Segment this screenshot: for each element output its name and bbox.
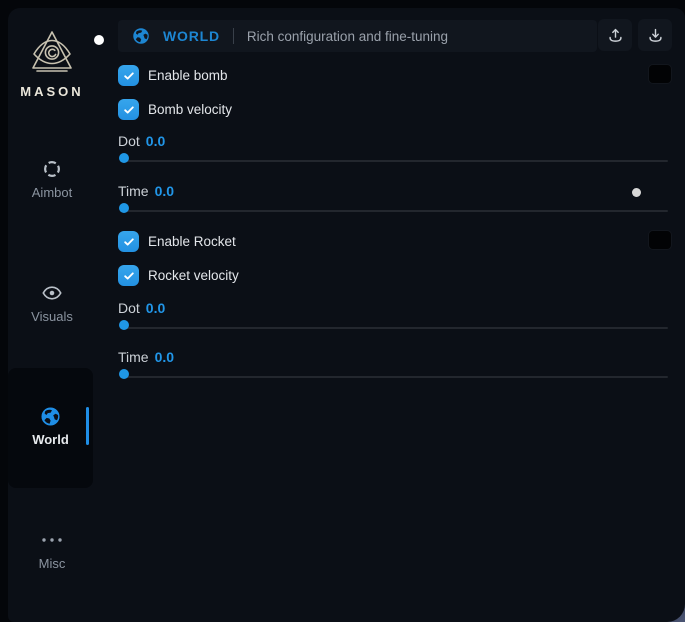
slider-name: Time xyxy=(118,183,149,199)
check-icon xyxy=(122,235,136,249)
slider-knob[interactable] xyxy=(119,320,129,330)
slider-name: Dot xyxy=(118,133,140,149)
slider-value: 0.0 xyxy=(155,349,174,365)
sidebar-item-visuals[interactable]: Visuals xyxy=(8,282,96,324)
checkbox-checked[interactable] xyxy=(118,65,139,86)
slider-knob[interactable] xyxy=(119,203,129,213)
toggle-label: Rocket velocity xyxy=(148,268,239,283)
ellipsis-icon xyxy=(39,529,65,551)
slider-label-dot: Dot 0.0 xyxy=(118,300,165,317)
sidebar-item-aimbot[interactable]: Aimbot xyxy=(8,158,96,200)
brand-logo: MASON xyxy=(8,28,96,99)
toggle-enable-bomb: Enable bomb xyxy=(118,65,228,86)
checkbox-checked[interactable] xyxy=(118,99,139,120)
sidebar-item-world[interactable]: World xyxy=(8,368,93,488)
globe-icon xyxy=(132,27,150,45)
check-icon xyxy=(122,69,136,83)
sidebar-item-label: Misc xyxy=(8,556,96,571)
crosshair-icon xyxy=(41,158,63,180)
active-tab-indicator xyxy=(86,407,89,445)
cursor-dot xyxy=(632,188,641,197)
toggle-label: Bomb velocity xyxy=(148,102,232,117)
slider-label-time: Time 0.0 xyxy=(118,183,174,200)
slider-value: 0.0 xyxy=(146,133,165,149)
page-header: WORLD Rich configuration and fine-tuning xyxy=(118,20,597,52)
header-divider xyxy=(233,28,234,44)
sidebar-item-label: Aimbot xyxy=(8,185,96,200)
sidebar-item-label: Visuals xyxy=(8,309,96,324)
slider-label-time: Time 0.0 xyxy=(118,349,174,366)
slider-name: Dot xyxy=(118,300,140,316)
bomb-color-swatch[interactable] xyxy=(648,64,672,84)
toggle-enable-rocket: Enable Rocket xyxy=(118,231,236,252)
slider-track[interactable] xyxy=(120,376,668,378)
checkbox-checked[interactable] xyxy=(118,231,139,252)
brand-name: MASON xyxy=(8,84,96,99)
globe-icon xyxy=(40,406,61,427)
screen: MASON Aimbot Visuals xyxy=(0,0,685,622)
mason-eye-triangle-logo-icon xyxy=(26,28,78,76)
app-window: MASON Aimbot Visuals xyxy=(8,8,685,622)
slider-value: 0.0 xyxy=(155,183,174,199)
check-icon xyxy=(122,103,136,117)
toggle-label: Enable bomb xyxy=(148,68,228,83)
toggle-label: Enable Rocket xyxy=(148,234,236,249)
slider-label-dot: Dot 0.0 xyxy=(118,133,165,150)
main-content: WORLD Rich configuration and fine-tuning xyxy=(118,8,685,622)
slider-track[interactable] xyxy=(120,210,668,212)
sidebar: MASON Aimbot Visuals xyxy=(8,8,118,622)
download-icon xyxy=(646,26,665,45)
eye-icon xyxy=(41,282,63,304)
checkbox-checked[interactable] xyxy=(118,265,139,286)
sidebar-item-misc[interactable]: Misc xyxy=(8,529,96,571)
download-config-button[interactable] xyxy=(638,19,672,51)
page-title: WORLD xyxy=(163,28,220,44)
cursor-dot xyxy=(94,35,104,45)
slider-knob[interactable] xyxy=(119,369,129,379)
slider-name: Time xyxy=(118,349,149,365)
slider-track[interactable] xyxy=(120,327,668,329)
slider-track[interactable] xyxy=(120,160,668,162)
check-icon xyxy=(122,269,136,283)
page-subtitle: Rich configuration and fine-tuning xyxy=(247,29,448,44)
toggle-rocket-velocity: Rocket velocity xyxy=(118,265,239,286)
rocket-color-swatch[interactable] xyxy=(648,230,672,250)
slider-value: 0.0 xyxy=(146,300,165,316)
sidebar-item-label: World xyxy=(8,432,93,447)
upload-config-button[interactable] xyxy=(598,19,632,51)
slider-knob[interactable] xyxy=(119,153,129,163)
upload-icon xyxy=(606,26,625,45)
toggle-bomb-velocity: Bomb velocity xyxy=(118,99,232,120)
